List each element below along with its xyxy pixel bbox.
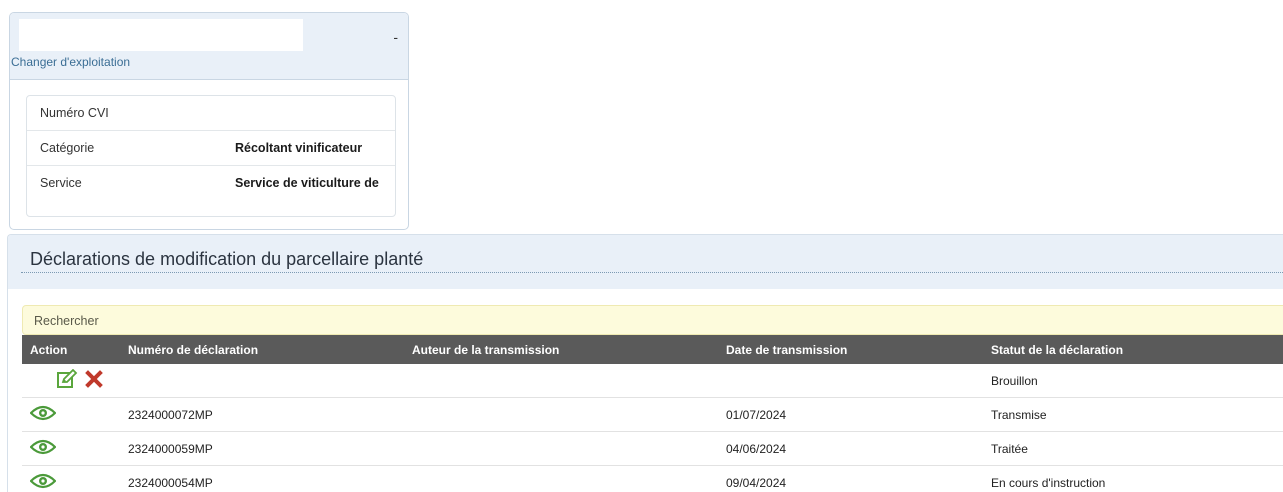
table-row: Brouillon: [22, 364, 1283, 398]
exploitation-name: [19, 19, 303, 51]
cell-auteur: [404, 364, 718, 398]
table-row: 2324000072MP 01/07/2024 Transmise: [22, 397, 1283, 432]
exploitation-info-list: Numéro CVI Catégorie Récoltant vinificat…: [26, 95, 396, 217]
row-actions: [22, 364, 120, 398]
exploitation-header: - Changer d'exploitation: [10, 13, 408, 80]
header-auteur[interactable]: Auteur de la transmission: [404, 335, 718, 364]
table-row: 2324000059MP 04/06/2024 Traitée: [22, 431, 1283, 466]
declarations-table: Action Numéro de déclaration Auteur de l…: [22, 335, 1283, 492]
table-row: 2324000054MP 09/04/2024 En cours d'instr…: [22, 465, 1283, 492]
info-value: Récoltant vinificateur: [235, 141, 363, 155]
cell-date: 01/07/2024: [718, 397, 983, 432]
page-title: Déclarations de modification du parcella…: [30, 249, 424, 269]
declarations-panel: Déclarations de modification du parcella…: [7, 234, 1283, 492]
info-row-cvi: Numéro CVI: [27, 96, 395, 131]
cell-date: 09/04/2024: [718, 465, 983, 492]
view-icon[interactable]: [29, 473, 57, 492]
header-numero[interactable]: Numéro de déclaration: [120, 335, 404, 364]
cell-auteur: [404, 431, 718, 466]
cell-numero: 2324000059MP: [120, 431, 404, 466]
cell-numero: 2324000072MP: [120, 397, 404, 432]
header-statut[interactable]: Statut de la déclaration: [983, 335, 1283, 364]
info-row-categorie: Catégorie Récoltant vinificateur: [27, 131, 395, 166]
info-label: Catégorie: [40, 141, 95, 155]
exploitation-card: - Changer d'exploitation Numéro CVI Caté…: [9, 12, 409, 230]
info-label: Numéro CVI: [40, 106, 109, 120]
delete-icon[interactable]: [85, 370, 104, 391]
cell-numero: 2324000054MP: [120, 465, 404, 492]
table-header-row: Action Numéro de déclaration Auteur de l…: [22, 335, 1283, 364]
row-actions: [22, 397, 120, 432]
view-icon[interactable]: [29, 439, 57, 458]
row-actions: [22, 431, 120, 466]
panel-header: Déclarations de modification du parcella…: [8, 235, 1283, 289]
header-action[interactable]: Action: [22, 335, 120, 364]
cell-auteur: [404, 397, 718, 432]
edit-icon[interactable]: [56, 368, 78, 392]
exploitation-dash: -: [393, 29, 398, 45]
info-label: Service: [40, 176, 82, 190]
info-value: Service de viticulture de: [235, 176, 379, 190]
cell-statut: Transmise: [983, 397, 1283, 432]
cell-auteur: [404, 465, 718, 492]
cell-statut: En cours d'instruction: [983, 465, 1283, 492]
cell-statut: Brouillon: [983, 364, 1283, 398]
row-actions: [22, 465, 120, 492]
cell-statut: Traitée: [983, 431, 1283, 466]
cell-date: 04/06/2024: [718, 431, 983, 466]
cell-numero: [120, 364, 404, 398]
change-exploitation-link[interactable]: Changer d'exploitation: [11, 55, 130, 69]
cell-date: [718, 364, 983, 398]
title-divider: [21, 272, 1283, 273]
header-date[interactable]: Date de transmission: [718, 335, 983, 364]
info-row-service: Service Service de viticulture de: [27, 166, 395, 200]
search-toggle[interactable]: Rechercher: [22, 305, 1283, 335]
view-icon[interactable]: [29, 405, 57, 424]
